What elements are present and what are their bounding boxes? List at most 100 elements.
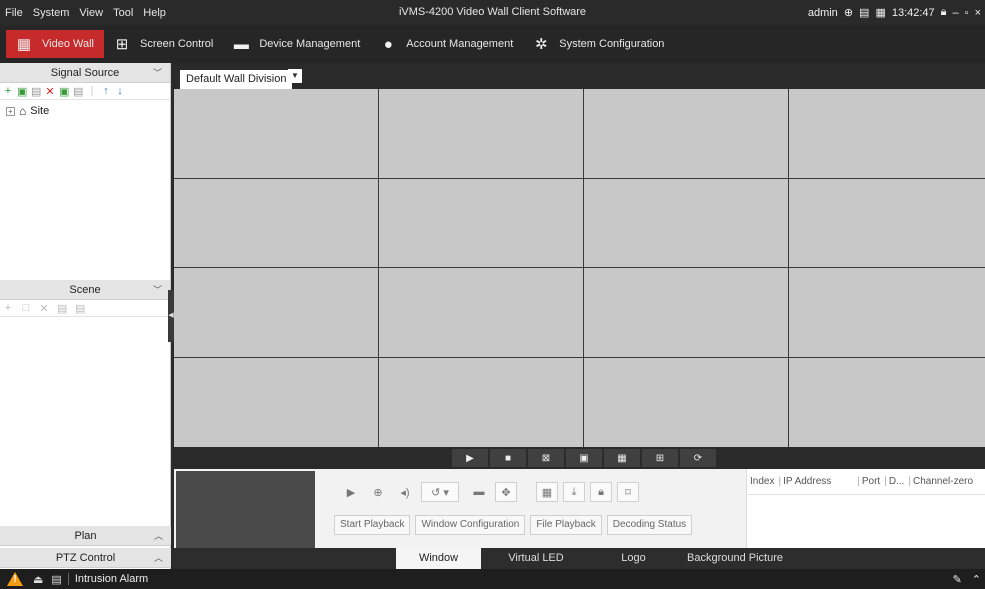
- arrow-up-icon[interactable]: ↑: [101, 85, 111, 97]
- wall-division-selector[interactable]: Default Wall Division: [180, 70, 293, 89]
- lock-icon[interactable]: 🔒︎: [590, 482, 612, 502]
- wall-window-cell[interactable]: [584, 89, 789, 179]
- wall-window-cell[interactable]: [379, 89, 584, 179]
- expand-up-icon[interactable]: ⌃: [972, 573, 981, 586]
- event-icon[interactable]: ▤: [51, 573, 61, 586]
- close-window-icon[interactable]: ⊠: [528, 449, 564, 467]
- wall-window-cell[interactable]: [584, 178, 789, 268]
- alarm-label[interactable]: Intrusion Alarm: [67, 573, 148, 585]
- rewind-icon[interactable]: ↺ ▾: [421, 482, 459, 502]
- zoom-icon[interactable]: ⊕: [367, 482, 389, 502]
- chevron-up-icon[interactable]: ︿: [154, 526, 163, 546]
- tree-item-site[interactable]: + ⌂ Site: [6, 104, 170, 118]
- wall-window-cell[interactable]: [174, 178, 379, 268]
- window-configuration-button[interactable]: Window Configuration: [415, 515, 526, 535]
- menu-system[interactable]: System: [28, 7, 75, 19]
- record-icon[interactable]: ▬: [468, 482, 490, 502]
- preview-window[interactable]: [176, 471, 315, 548]
- copy-icon[interactable]: ▤: [75, 302, 85, 315]
- stop-icon[interactable]: ■: [490, 449, 526, 467]
- play-icon[interactable]: ▶: [340, 482, 362, 502]
- menu-help[interactable]: Help: [138, 7, 171, 19]
- chevron-down-icon[interactable]: ﹀: [153, 280, 162, 300]
- menu-bar: File System View Tool Help: [0, 0, 171, 25]
- wall-window-cell[interactable]: [789, 268, 985, 358]
- window-screen-icon[interactable]: ▣: [566, 449, 602, 467]
- wall-window-cell[interactable]: [789, 178, 985, 268]
- tab-window[interactable]: Window: [396, 548, 481, 569]
- chevron-up-icon[interactable]: ︿: [154, 548, 163, 568]
- delete-icon[interactable]: ✕: [45, 85, 55, 98]
- fullscreen-icon[interactable]: ⌑: [617, 482, 639, 502]
- copy-icon[interactable]: ▤: [31, 85, 41, 98]
- user-name[interactable]: admin: [808, 7, 838, 19]
- expand-icon[interactable]: +: [6, 106, 15, 116]
- wall-window-cell[interactable]: [789, 89, 985, 179]
- ptz-header[interactable]: PTZ Control ︿: [0, 548, 171, 568]
- module-system-configuration[interactable]: ✲ System Configuration: [523, 29, 674, 59]
- edit-icon[interactable]: ▣: [59, 85, 69, 98]
- signal-source-header[interactable]: Signal Source ﹀: [0, 63, 170, 83]
- lock-icon[interactable]: 🔒︎: [941, 6, 947, 19]
- audio-icon[interactable]: ◂): [394, 482, 416, 502]
- module-account-management[interactable]: ● Account Management: [370, 29, 523, 59]
- tab-virtual-led[interactable]: Virtual LED: [481, 548, 591, 569]
- col-channel-zero[interactable]: Channel-zero: [913, 476, 977, 487]
- scene-header[interactable]: Scene ﹀: [0, 280, 170, 300]
- wall-window-cell[interactable]: [789, 357, 985, 447]
- wall-window-cell[interactable]: [379, 268, 584, 358]
- play-icon[interactable]: ▶: [452, 449, 488, 467]
- wall-window-cell[interactable]: [379, 357, 584, 447]
- keyboard-icon[interactable]: ▤: [859, 6, 869, 19]
- pin-icon[interactable]: ✎: [953, 573, 962, 586]
- menu-file[interactable]: File: [0, 7, 28, 19]
- wall-window-cell[interactable]: [174, 89, 379, 179]
- module-screen-control[interactable]: ⊞ Screen Control: [104, 29, 223, 59]
- new-icon[interactable]: □: [21, 302, 31, 314]
- menu-tool[interactable]: Tool: [108, 7, 138, 19]
- import-icon[interactable]: ▣: [17, 85, 27, 98]
- title-right: admin ⊕ ▤ ▦ 13:42:47 🔒︎ – ▫ ×: [808, 0, 981, 25]
- plan-title: Plan: [74, 530, 97, 542]
- wall-window-cell[interactable]: [174, 268, 379, 358]
- module-video-wall[interactable]: ▦ Video Wall: [6, 30, 104, 58]
- wall-window-cell[interactable]: [584, 268, 789, 358]
- tree-item-label: Site: [30, 105, 50, 117]
- warning-icon[interactable]: !: [7, 572, 23, 586]
- decoding-status-button[interactable]: Decoding Status: [606, 515, 693, 535]
- close-icon[interactable]: ×: [975, 7, 981, 19]
- refresh-icon[interactable]: ⟳: [680, 449, 716, 467]
- tab-logo[interactable]: Logo: [591, 548, 676, 569]
- ptz-icon[interactable]: ✥: [495, 482, 517, 502]
- wall-window-cell[interactable]: [584, 357, 789, 447]
- download-icon[interactable]: ⤓: [563, 482, 585, 502]
- col-ip-address[interactable]: IP Address: [783, 476, 857, 487]
- add-icon[interactable]: +: [3, 85, 13, 97]
- plan-header[interactable]: Plan ︿: [0, 526, 171, 546]
- screen-split-icon[interactable]: ▦: [604, 449, 640, 467]
- arrow-down-icon[interactable]: ↓: [115, 85, 125, 97]
- chevron-down-icon[interactable]: ﹀: [153, 63, 162, 83]
- col-port[interactable]: Port: [862, 476, 884, 487]
- minimize-icon[interactable]: –: [953, 7, 959, 19]
- dropdown-icon[interactable]: ▼: [288, 69, 302, 83]
- module-bar: ▦ Video Wall ⊞ Screen Control ▬ Device M…: [0, 25, 985, 63]
- col-index[interactable]: Index: [750, 476, 778, 487]
- layout-icon[interactable]: ⊞: [642, 449, 678, 467]
- tab-background-picture[interactable]: Background Picture: [676, 548, 794, 569]
- add-icon[interactable]: +: [3, 302, 13, 314]
- maximize-icon[interactable]: ▫: [965, 7, 969, 19]
- properties-icon[interactable]: ▤: [73, 85, 83, 98]
- col-d[interactable]: D...: [889, 476, 909, 487]
- wall-window-cell[interactable]: [174, 357, 379, 447]
- globe-icon[interactable]: ⊕: [844, 6, 853, 19]
- alarm-bell-icon[interactable]: ⏏: [33, 573, 43, 586]
- file-playback-button[interactable]: File Playback: [530, 515, 602, 535]
- delete-icon[interactable]: ✕: [39, 302, 49, 315]
- start-playback-button[interactable]: Start Playback: [334, 515, 411, 535]
- wall-window-cell[interactable]: [379, 178, 584, 268]
- menu-view[interactable]: View: [74, 7, 108, 19]
- calendar-icon[interactable]: ▦: [536, 482, 558, 502]
- module-device-management[interactable]: ▬ Device Management: [223, 29, 370, 59]
- save-icon[interactable]: ▤: [57, 302, 67, 315]
